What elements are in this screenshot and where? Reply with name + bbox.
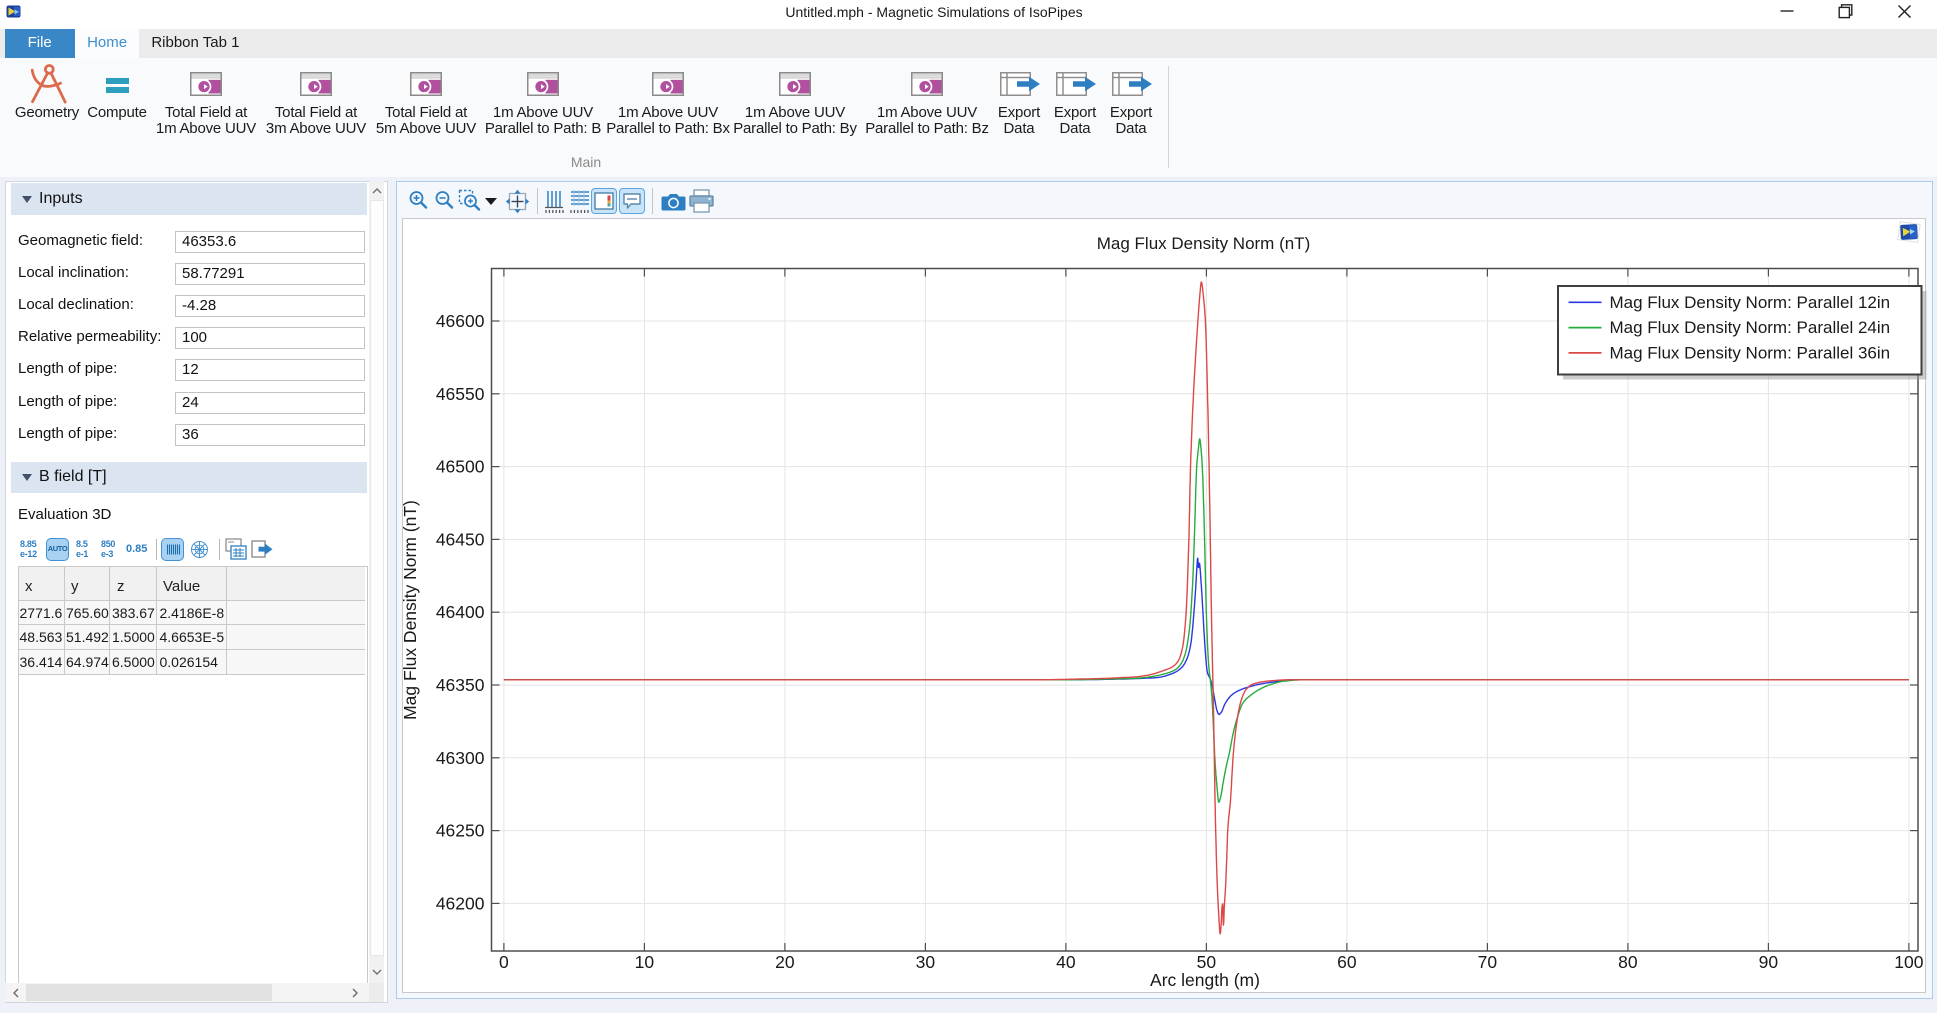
svg-text:60: 60 — [1337, 952, 1357, 972]
svg-text:0: 0 — [499, 952, 509, 972]
svg-text:46250: 46250 — [436, 821, 485, 841]
svg-text:46600: 46600 — [436, 311, 485, 331]
svg-text:70: 70 — [1478, 952, 1498, 972]
svg-text:46350: 46350 — [436, 675, 485, 695]
svg-text:50: 50 — [1197, 952, 1217, 972]
svg-text:46550: 46550 — [436, 384, 485, 404]
svg-text:80: 80 — [1618, 952, 1638, 972]
svg-text:30: 30 — [916, 952, 936, 972]
svg-text:46450: 46450 — [436, 529, 485, 549]
svg-text:46400: 46400 — [436, 602, 485, 622]
svg-text:Mag Flux Density Norm: Paralle: Mag Flux Density Norm: Parallel 12in — [1610, 293, 1891, 312]
svg-text:46200: 46200 — [436, 893, 485, 913]
svg-text:46300: 46300 — [436, 748, 485, 768]
svg-text:10: 10 — [635, 952, 655, 972]
svg-text:46500: 46500 — [436, 457, 485, 477]
svg-text:20: 20 — [775, 952, 795, 972]
svg-text:40: 40 — [1056, 952, 1076, 972]
svg-text:Mag Flux Density Norm (nT): Mag Flux Density Norm (nT) — [400, 500, 420, 720]
svg-text:100: 100 — [1894, 952, 1923, 972]
svg-text:Mag Flux Density Norm: Paralle: Mag Flux Density Norm: Parallel 36in — [1610, 343, 1891, 362]
svg-text:Arc length (m): Arc length (m) — [1150, 970, 1260, 990]
svg-text:Mag Flux Density Norm: Paralle: Mag Flux Density Norm: Parallel 24in — [1610, 318, 1891, 337]
svg-text:90: 90 — [1759, 952, 1779, 972]
svg-text:Mag Flux Density Norm (nT): Mag Flux Density Norm (nT) — [1097, 234, 1310, 253]
